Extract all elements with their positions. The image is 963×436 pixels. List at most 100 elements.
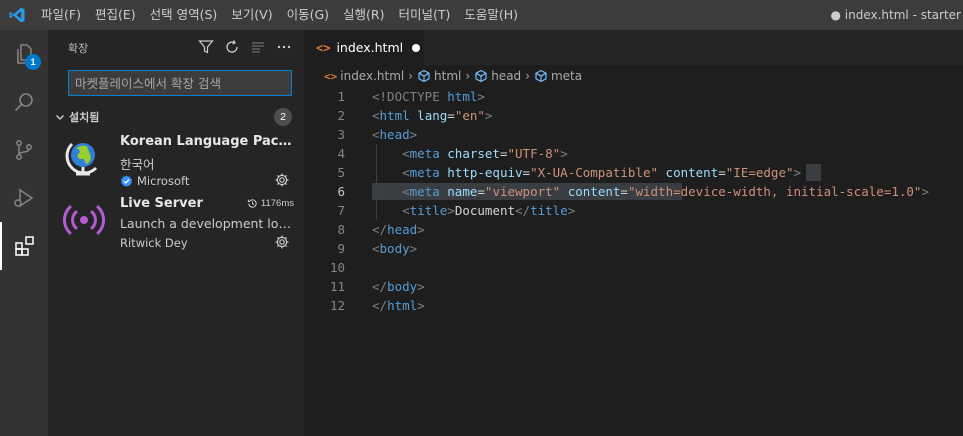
search-activity-button[interactable]	[0, 78, 48, 126]
tab-bar: <> index.html	[304, 30, 963, 65]
extension-item-live-server[interactable]: Live Server 1176ms Launch a development …	[48, 192, 304, 254]
code-line-current: <meta name="viewport" content="width=dev…	[372, 182, 929, 201]
code-line: <head>	[372, 127, 418, 142]
source-control-icon	[16, 140, 32, 160]
run-debug-activity-button[interactable]	[0, 174, 48, 222]
refresh-button[interactable]	[222, 36, 242, 58]
globe-icon	[62, 136, 106, 180]
symbol-field-icon	[535, 69, 547, 83]
installed-section-header[interactable]: 설치됨 2	[48, 106, 304, 128]
breadcrumb-head[interactable]: head	[474, 69, 521, 83]
menu-terminal[interactable]: 터미널(T)	[392, 0, 458, 30]
source-control-activity-button[interactable]	[0, 126, 48, 174]
code-editor[interactable]: <!DOCTYPE html> <html lang="en"> <head> …	[372, 87, 957, 315]
extension-search-input[interactable]	[68, 70, 292, 96]
code-line: <title>Document</title>	[372, 201, 576, 220]
installed-section-label: 설치됨	[69, 111, 100, 124]
code-line: </head>	[372, 222, 425, 237]
sidebar-actions	[196, 36, 294, 58]
code-line: <!DOCTYPE html>	[372, 89, 485, 104]
extension-name: Live Server	[120, 196, 203, 211]
chevron-down-icon	[52, 109, 68, 125]
html-file-icon: <>	[324, 69, 338, 83]
vscode-logo-icon	[0, 0, 34, 30]
ellipsis-icon	[277, 45, 291, 49]
tab-index-html[interactable]: <> index.html	[304, 30, 424, 65]
manage-gear-icon[interactable]	[274, 234, 290, 250]
breadcrumb: <> index.html › html › head › meta	[324, 67, 582, 85]
code-line: <meta http-equiv="X-UA-Compatible" conte…	[372, 163, 957, 182]
menu-go[interactable]: 이동(G)	[280, 0, 336, 30]
line-number: 3	[337, 127, 345, 142]
code-line: </html>	[372, 298, 425, 313]
menu-file[interactable]: 파일(F)	[34, 0, 88, 30]
extension-name: Korean Language Pack for...	[120, 134, 296, 149]
history-icon	[247, 199, 257, 208]
line-number-gutter: 1 2 3 4 5 6 7 8 9 10 11 12	[304, 87, 352, 315]
tab-label: index.html	[336, 40, 404, 55]
menu-run[interactable]: 실행(R)	[336, 0, 391, 30]
menu-view[interactable]: 보기(V)	[224, 0, 279, 30]
code-line: <meta charset="UTF-8">	[372, 144, 568, 163]
verified-badge-icon	[120, 174, 133, 187]
line-number: 5	[337, 165, 345, 180]
line-number: 11	[329, 279, 345, 294]
window-title: ● index.html - starter	[830, 8, 962, 22]
extensions-activity-button[interactable]	[0, 222, 48, 270]
editor-area: <> index.html <> index.html › html › head…	[304, 30, 963, 436]
broadcast-icon	[62, 198, 106, 242]
chevron-right-icon: ›	[465, 69, 471, 83]
line-number: 12	[329, 298, 345, 313]
publisher-name: Ritwick Dey	[120, 236, 188, 250]
extensions-sidebar: 확장 설치됨 2	[48, 30, 304, 436]
filter-button[interactable]	[196, 36, 216, 58]
filter-icon	[198, 40, 214, 54]
code-line: <body>	[372, 241, 418, 256]
publisher-name: Microsoft	[137, 174, 190, 188]
explorer-activity-button[interactable]: 1	[0, 30, 48, 78]
activation-time-value: 1176ms	[260, 198, 294, 209]
breadcrumb-html[interactable]: html	[417, 69, 461, 83]
sidebar-title: 확장	[68, 42, 89, 55]
explorer-badge: 1	[25, 54, 41, 70]
line-number: 9	[337, 241, 345, 256]
menu-bar: 파일(F) 편집(E) 선택 영역(S) 보기(V) 이동(G) 실행(R) 터…	[34, 0, 525, 30]
symbol-field-icon	[475, 69, 487, 83]
symbol-field-icon	[418, 69, 430, 83]
code-line: </body>	[372, 279, 425, 294]
chevron-right-icon: ›	[525, 69, 530, 83]
line-number: 1	[337, 89, 345, 104]
line-number: 10	[329, 260, 345, 275]
breadcrumb-meta[interactable]: meta	[534, 69, 582, 83]
activity-bar: 1	[0, 30, 48, 436]
html-file-icon: <>	[316, 40, 331, 55]
menu-edit[interactable]: 편집(E)	[88, 0, 143, 30]
line-number: 8	[337, 222, 345, 237]
line-number: 7	[337, 203, 345, 218]
activation-time: 1176ms	[247, 198, 294, 209]
extensions-icon	[15, 236, 34, 256]
breadcrumb-file[interactable]: <> index.html	[324, 69, 404, 83]
chevron-right-icon: ›	[408, 69, 414, 83]
search-icon	[14, 93, 33, 112]
run-debug-icon	[14, 188, 34, 208]
more-actions-button[interactable]	[274, 36, 294, 58]
unsaved-dot-icon[interactable]	[412, 43, 421, 52]
title-bar: 파일(F) 편집(E) 선택 영역(S) 보기(V) 이동(G) 실행(R) 터…	[0, 0, 963, 30]
menu-selection[interactable]: 선택 영역(S)	[143, 0, 225, 30]
extension-publisher: Microsoft	[120, 174, 189, 188]
code-line: <html lang="en">	[372, 108, 493, 123]
line-number: 2	[337, 108, 345, 123]
extension-description: 한국어	[120, 157, 155, 172]
extension-item-korean-language-pack[interactable]: Korean Language Pack for... 한국어 Microsof…	[48, 130, 304, 192]
extension-description: Launch a development local...	[120, 216, 296, 231]
bracket-match-highlight	[806, 164, 821, 181]
installed-count-badge: 2	[274, 108, 292, 126]
clear-all-icon	[252, 42, 264, 53]
clear-results-button[interactable]	[248, 36, 268, 58]
sidebar-header: 확장	[48, 30, 304, 65]
menu-help[interactable]: 도움말(H)	[457, 0, 525, 30]
line-number: 6	[337, 184, 345, 199]
manage-gear-icon[interactable]	[274, 172, 290, 188]
